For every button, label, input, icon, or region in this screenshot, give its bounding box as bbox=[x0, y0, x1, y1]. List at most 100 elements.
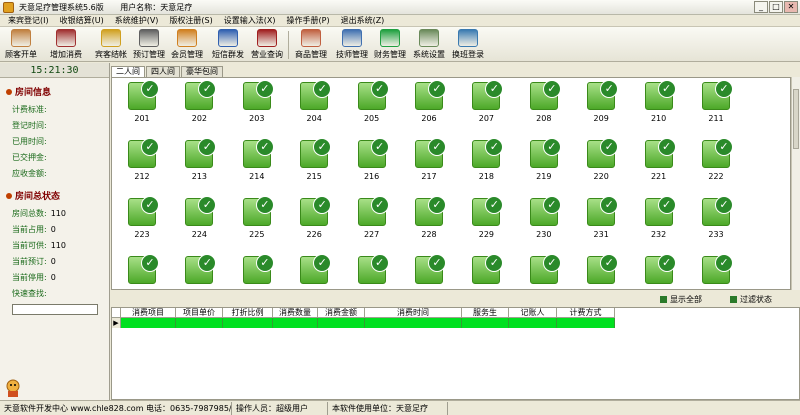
room-tile[interactable]: ✓ 209 bbox=[581, 80, 621, 132]
room-grid-scrollbar[interactable] bbox=[791, 77, 800, 290]
grid-cell[interactable] bbox=[509, 318, 557, 328]
room-tile[interactable]: ✓ 216 bbox=[352, 138, 392, 190]
room-tile[interactable]: ✓ 239 bbox=[409, 254, 449, 289]
column-header[interactable]: 消费数量 bbox=[273, 308, 318, 318]
check-icon: ✓ bbox=[313, 254, 332, 272]
grid-cell[interactable] bbox=[273, 318, 318, 328]
toolbar-button-7[interactable]: 营业查询 bbox=[248, 29, 286, 61]
room-tile[interactable]: ✓ 241 bbox=[524, 254, 564, 289]
column-header[interactable]: 计费方式 bbox=[557, 308, 615, 318]
room-tile[interactable]: ✓ 242 bbox=[581, 254, 621, 289]
toolbar-button-3[interactable]: 宾客结帐 bbox=[92, 29, 130, 61]
grid-cell[interactable] bbox=[121, 318, 176, 328]
room-tile[interactable]: ✓ 219 bbox=[524, 138, 564, 190]
column-header[interactable]: 消费项目 bbox=[121, 308, 176, 318]
toolbar-button-5[interactable]: 会员管理 bbox=[168, 29, 206, 61]
tab-four-person[interactable]: 四人间 bbox=[146, 66, 180, 77]
room-tile[interactable]: ✓ 229 bbox=[466, 196, 506, 248]
menu-cashier[interactable]: 收银结算(U) bbox=[60, 15, 104, 26]
room-tile[interactable]: ✓ 225 bbox=[237, 196, 277, 248]
room-tile[interactable]: ✓ 235 bbox=[179, 254, 219, 289]
room-tile[interactable]: ✓ 205 bbox=[352, 80, 392, 132]
grid-cell[interactable] bbox=[223, 318, 273, 328]
room-tile[interactable]: ✓ 240 bbox=[466, 254, 506, 289]
grid-cell[interactable] bbox=[557, 318, 615, 328]
column-header[interactable]: 消费时间 bbox=[365, 308, 462, 318]
check-icon: ✓ bbox=[657, 254, 676, 272]
room-tile[interactable]: ✓ 234 bbox=[122, 254, 162, 289]
quick-search-input[interactable] bbox=[12, 304, 98, 315]
close-button[interactable]: ✕ bbox=[784, 1, 798, 13]
toolbar-button-9[interactable]: 技师管理 bbox=[333, 29, 371, 61]
room-tile[interactable]: ✓ 207 bbox=[466, 80, 506, 132]
room-number: 208 bbox=[536, 114, 552, 123]
room-number: 228 bbox=[421, 230, 437, 239]
room-tile[interactable]: ✓ 243 bbox=[639, 254, 679, 289]
room-tile[interactable]: ✓ 230 bbox=[524, 196, 564, 248]
toolbar-button-10[interactable]: 财务管理 bbox=[371, 29, 409, 61]
maximize-button[interactable]: □ bbox=[769, 1, 783, 13]
toolbar-button-8[interactable]: 商品管理 bbox=[292, 29, 330, 61]
room-tile[interactable]: ✓ 212 bbox=[122, 138, 162, 190]
toolbar-button-6[interactable]: 短信群发 bbox=[209, 29, 247, 61]
toolbar-button-11[interactable]: 系统设置 bbox=[410, 29, 448, 61]
tab-luxury[interactable]: 豪华包间 bbox=[181, 66, 223, 77]
room-tile[interactable]: ✓ 210 bbox=[639, 80, 679, 132]
room-tile[interactable]: ✓ 228 bbox=[409, 196, 449, 248]
room-tile[interactable]: ✓ 223 bbox=[122, 196, 162, 248]
menu-manual[interactable]: 操作手册(P) bbox=[287, 15, 330, 26]
room-tile[interactable]: ✓ 222 bbox=[696, 138, 736, 190]
room-tile[interactable]: ✓ 208 bbox=[524, 80, 564, 132]
column-header[interactable]: 记账人 bbox=[509, 308, 557, 318]
room-tile[interactable]: ✓ 218 bbox=[466, 138, 506, 190]
room-tile[interactable]: ✓ 211 bbox=[696, 80, 736, 132]
room-tile[interactable]: ✓ 231 bbox=[581, 196, 621, 248]
scrollbar-thumb[interactable] bbox=[793, 89, 799, 149]
room-tile[interactable]: ✓ 213 bbox=[179, 138, 219, 190]
grid-cell[interactable] bbox=[365, 318, 462, 328]
room-tile[interactable]: ✓ 232 bbox=[639, 196, 679, 248]
room-available-icon: ✓ bbox=[300, 254, 332, 284]
room-tile[interactable]: ✓ 214 bbox=[237, 138, 277, 190]
menu-checkin[interactable]: 来宾登记(I) bbox=[8, 15, 49, 26]
menu-registration[interactable]: 版权注册(S) bbox=[169, 15, 212, 26]
toolbar-button-1[interactable]: 顾客开单 bbox=[2, 29, 40, 61]
toolbar-button-12[interactable]: 换班登录 bbox=[449, 29, 487, 61]
table-row[interactable]: ▶ bbox=[112, 318, 799, 328]
menu-maintenance[interactable]: 系统维护(V) bbox=[115, 15, 159, 26]
tab-two-person[interactable]: 二人间 bbox=[111, 66, 145, 77]
room-tile[interactable]: ✓ 233 bbox=[696, 196, 736, 248]
room-tile[interactable]: ✓ 244 bbox=[696, 254, 736, 289]
grid-cell[interactable] bbox=[462, 318, 509, 328]
room-tile[interactable]: ✓ 237 bbox=[294, 254, 334, 289]
toolbar-button-4[interactable]: 预订管理 bbox=[130, 29, 168, 61]
room-tile[interactable]: ✓ 202 bbox=[179, 80, 219, 132]
room-tile[interactable]: ✓ 204 bbox=[294, 80, 334, 132]
grid-cell[interactable] bbox=[318, 318, 365, 328]
menu-exit[interactable]: 退出系统(Z) bbox=[341, 15, 385, 26]
column-header[interactable]: 服务生 bbox=[462, 308, 509, 318]
column-header[interactable]: 项目单价 bbox=[176, 308, 223, 318]
room-available-icon: ✓ bbox=[529, 196, 561, 226]
room-tile[interactable]: ✓ 227 bbox=[352, 196, 392, 248]
room-tile[interactable]: ✓ 215 bbox=[294, 138, 334, 190]
room-tile[interactable]: ✓ 201 bbox=[122, 80, 162, 132]
room-tile[interactable]: ✓ 224 bbox=[179, 196, 219, 248]
room-tile[interactable]: ✓ 236 bbox=[237, 254, 277, 289]
room-tile[interactable]: ✓ 226 bbox=[294, 196, 334, 248]
toolbar-button-2[interactable]: 增加消费 bbox=[47, 29, 85, 61]
column-header[interactable]: 打折比例 bbox=[223, 308, 273, 318]
room-tile[interactable]: ✓ 206 bbox=[409, 80, 449, 132]
minimize-button[interactable]: _ bbox=[754, 1, 768, 13]
room-tile[interactable]: ✓ 217 bbox=[409, 138, 449, 190]
room-tile[interactable]: ✓ 238 bbox=[352, 254, 392, 289]
room-grid: ✓ 201 ✓ 202 ✓ 203 ✓ 204 ✓ 205 ✓ 206 ✓ 207 ✓ 208 ✓ 209 ✓ 210… bbox=[111, 77, 791, 290]
room-tile[interactable]: ✓ 203 bbox=[237, 80, 277, 132]
show-all-button[interactable]: 显示全部 bbox=[660, 294, 702, 305]
grid-cell[interactable] bbox=[176, 318, 223, 328]
room-tile[interactable]: ✓ 221 bbox=[639, 138, 679, 190]
room-tile[interactable]: ✓ 220 bbox=[581, 138, 621, 190]
column-header[interactable]: 消费金额 bbox=[318, 308, 365, 318]
filter-status-button[interactable]: 过滤状态 bbox=[730, 294, 772, 305]
menu-input-method[interactable]: 设置输入法(X) bbox=[224, 15, 276, 26]
